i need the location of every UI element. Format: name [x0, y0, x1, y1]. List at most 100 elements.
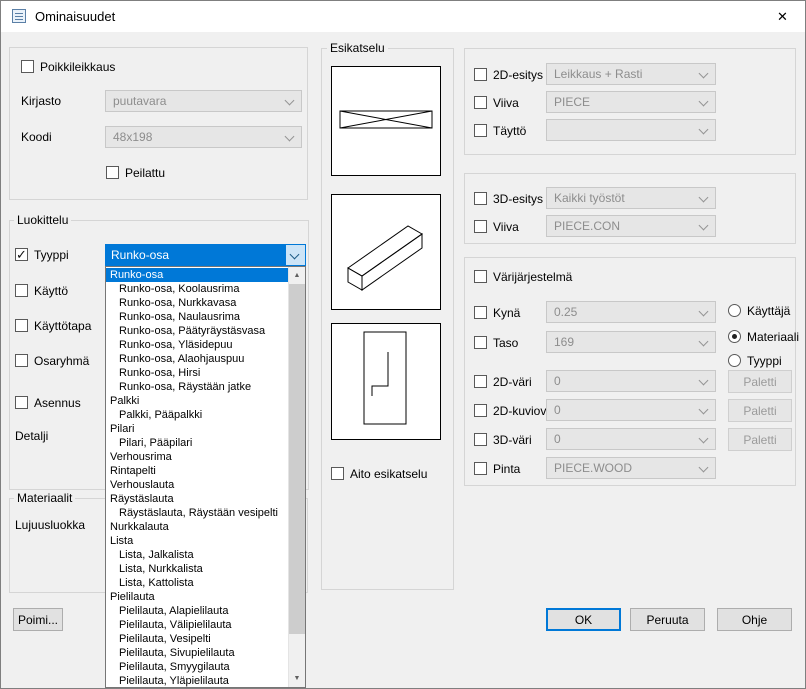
varijarjestelma-checkbox[interactable]: Värijärjestelmä	[474, 269, 572, 284]
paletti-button-2d-pattern[interactable]: Paletti	[728, 399, 792, 422]
tyyppi-combobox[interactable]: Runko-osa	[105, 244, 306, 266]
scroll-up-icon[interactable]: ▲	[289, 267, 305, 284]
ohje-button[interactable]: Ohje	[717, 608, 792, 631]
kyna-checkbox[interactable]: Kynä	[474, 305, 520, 320]
taytto-select[interactable]	[546, 119, 716, 141]
checkbox-box	[331, 467, 344, 480]
dropdown-item[interactable]: Pielilauta, Välipielilauta	[106, 618, 288, 632]
taso-value: 169	[554, 335, 574, 349]
kirjasto-select[interactable]: puutavara	[105, 90, 302, 112]
peilattu-checkbox[interactable]: Peilattu	[106, 165, 165, 180]
app-icon	[12, 9, 26, 23]
dropdown-item[interactable]: Rintapelti	[106, 464, 288, 478]
3d-viiva-select[interactable]: PIECE.CON	[546, 215, 716, 237]
dropdown-item[interactable]: Lista	[106, 534, 288, 548]
2d-kuviovari-select[interactable]: 0	[546, 399, 716, 421]
tyyppi-value: Runko-osa	[106, 245, 286, 265]
peruuta-button[interactable]: Peruuta	[630, 608, 705, 631]
taso-select[interactable]: 169	[546, 331, 716, 353]
kayttotapa-label: Käyttötapa	[34, 319, 91, 333]
3d-viiva-value: PIECE.CON	[554, 219, 620, 233]
checkbox-box	[474, 433, 487, 446]
3d-esitys-label: 3D-esitys	[493, 192, 543, 206]
dropdown-item[interactable]: Pielilauta, Smyygilauta	[106, 660, 288, 674]
2d-vari-label: 2D-väri	[493, 375, 532, 389]
ok-button[interactable]: OK	[546, 608, 621, 631]
scrollbar[interactable]: ▲ ▼	[288, 267, 305, 687]
radio-tyyppi[interactable]: Tyyppi	[728, 353, 782, 368]
radio-kayttaja[interactable]: Käyttäjä	[728, 303, 790, 318]
dropdown-item[interactable]: Räystäslauta, Räystään vesipelti	[106, 506, 288, 520]
koodi-label: Koodi	[21, 130, 52, 144]
checkbox-box	[474, 404, 487, 417]
2d-esitys-checkbox[interactable]: 2D-esitys	[474, 67, 543, 82]
koodi-select[interactable]: 48x198	[105, 126, 302, 148]
checkbox-box	[474, 96, 487, 109]
checkbox-box	[474, 68, 487, 81]
dropdown-item[interactable]: Pielilauta, Yläpielilauta	[106, 674, 288, 687]
dropdown-item[interactable]: Pielilauta, Alapielilauta	[106, 604, 288, 618]
dropdown-item[interactable]: Lista, Kattolista	[106, 576, 288, 590]
dropdown-item[interactable]: Runko-osa, Nurkkavasa	[106, 296, 288, 310]
dropdown-item[interactable]: Pilari	[106, 422, 288, 436]
radio-materiaali[interactable]: Materiaali	[728, 329, 799, 344]
close-icon[interactable]: ✕	[760, 1, 805, 32]
esikatselu-title: Esikatselu	[327, 41, 388, 55]
chevron-down-icon[interactable]	[286, 245, 305, 265]
3d-vari-select[interactable]: 0	[546, 428, 716, 450]
paletti-button-3d[interactable]: Paletti	[728, 428, 792, 451]
aito-esikatselu-label: Aito esikatselu	[350, 467, 427, 481]
tyyppi-checkbox[interactable]: Tyyppi	[15, 247, 69, 262]
kayttotapa-checkbox[interactable]: Käyttötapa	[15, 318, 91, 333]
aito-esikatselu-checkbox[interactable]: Aito esikatselu	[331, 466, 427, 481]
dropdown-item[interactable]: Verhouslauta	[106, 478, 288, 492]
koodi-value: 48x198	[113, 130, 152, 144]
dropdown-item[interactable]: Räystäslauta	[106, 492, 288, 506]
kaytto-checkbox[interactable]: Käyttö	[15, 283, 68, 298]
dropdown-item[interactable]: Palkki	[106, 394, 288, 408]
poimi-button[interactable]: Poimi...	[13, 608, 63, 631]
paletti-button-2d[interactable]: Paletti	[728, 370, 792, 393]
poikkileikkaus-checkbox[interactable]: Poikkileikkaus	[21, 59, 115, 74]
3d-esitys-select[interactable]: Kaikki työstöt	[546, 187, 716, 209]
kyna-select[interactable]: 0.25	[546, 301, 716, 323]
dropdown-item[interactable]: Pielilauta	[106, 590, 288, 604]
dropdown-item[interactable]: Runko-osa, Yläsidepuu	[106, 338, 288, 352]
dropdown-item[interactable]: Runko-osa	[106, 268, 288, 282]
scroll-down-icon[interactable]: ▼	[289, 670, 305, 687]
dropdown-item[interactable]: Runko-osa, Räystään jatke	[106, 380, 288, 394]
dropdown-item[interactable]: Runko-osa, Alaohjauspuu	[106, 352, 288, 366]
dropdown-item[interactable]: Runko-osa, Naulausrima	[106, 310, 288, 324]
3d-esitys-checkbox[interactable]: 3D-esitys	[474, 191, 543, 206]
dropdown-item[interactable]: Runko-osa, Päätyräystäsvasa	[106, 324, 288, 338]
scrollbar-thumb[interactable]	[289, 284, 305, 634]
dropdown-item[interactable]: Lista, Jalkalista	[106, 548, 288, 562]
3d-viiva-checkbox[interactable]: Viiva	[474, 219, 519, 234]
pinta-select[interactable]: PIECE.WOOD	[546, 457, 716, 479]
2d-esitys-select[interactable]: Leikkaus + Rasti	[546, 63, 716, 85]
taytto-checkbox[interactable]: Täyttö	[474, 123, 526, 138]
checkbox-box	[474, 192, 487, 205]
dropdown-item[interactable]: Runko-osa, Koolausrima	[106, 282, 288, 296]
2d-viiva-select[interactable]: PIECE	[546, 91, 716, 113]
2d-viiva-checkbox[interactable]: Viiva	[474, 95, 519, 110]
2d-vari-select[interactable]: 0	[546, 370, 716, 392]
taso-checkbox[interactable]: Taso	[474, 335, 518, 350]
3d-vari-checkbox[interactable]: 3D-väri	[474, 432, 532, 447]
osaryhma-checkbox[interactable]: Osaryhmä	[15, 353, 89, 368]
dropdown-item[interactable]: Pielilauta, Sivupielilauta	[106, 646, 288, 660]
asennus-checkbox[interactable]: Asennus	[15, 395, 81, 410]
checkbox-box	[474, 270, 487, 283]
radio-circle-selected	[728, 330, 741, 343]
2d-vari-checkbox[interactable]: 2D-väri	[474, 374, 532, 389]
varijarjestelma-label: Värijärjestelmä	[493, 270, 572, 284]
dropdown-item[interactable]: Pielilauta, Vesipelti	[106, 632, 288, 646]
dropdown-item[interactable]: Nurkkalauta	[106, 520, 288, 534]
dropdown-item[interactable]: Runko-osa, Hirsi	[106, 366, 288, 380]
dropdown-item[interactable]: Pilari, Pääpilari	[106, 436, 288, 450]
pinta-checkbox[interactable]: Pinta	[474, 461, 520, 476]
preview-end-view	[331, 323, 441, 440]
dropdown-item[interactable]: Palkki, Pääpalkki	[106, 408, 288, 422]
dropdown-item[interactable]: Verhousrima	[106, 450, 288, 464]
dropdown-item[interactable]: Lista, Nurkkalista	[106, 562, 288, 576]
